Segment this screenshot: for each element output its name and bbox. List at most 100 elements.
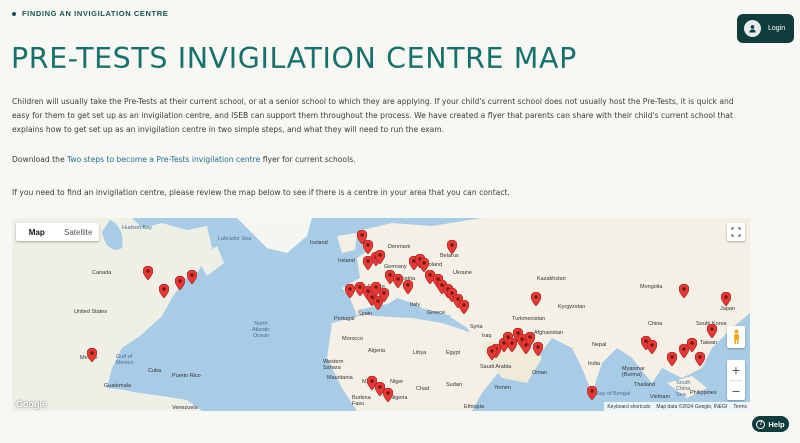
- map-label: Yemen: [494, 385, 511, 391]
- map-label: Italy: [410, 302, 421, 308]
- map-label: Morocco: [342, 336, 364, 342]
- map-label: Syria: [470, 324, 483, 330]
- map-label: Burkina Faso: [352, 395, 371, 407]
- map-label: Kazakhstan: [537, 276, 566, 282]
- map-label: Labrador Sea: [218, 236, 252, 242]
- map-label: Mongolia: [640, 284, 663, 290]
- map-label: Guatemala: [104, 383, 131, 389]
- map-pin-icon[interactable]: [403, 280, 413, 294]
- map-label: Japan: [720, 306, 735, 312]
- map-pin-icon[interactable]: [707, 324, 717, 338]
- map-label: Vietnam: [650, 394, 671, 400]
- map-pin-icon[interactable]: [533, 342, 543, 356]
- map-label: Ireland: [338, 258, 355, 264]
- map-pin-icon[interactable]: [187, 270, 197, 284]
- breadcrumb-label: FINDING AN INVIGILATION CENTRE: [22, 9, 169, 18]
- map-label: Canada: [92, 270, 112, 276]
- google-logo: Google: [16, 399, 47, 409]
- map-label: Puerto Rico: [172, 373, 201, 379]
- map-label: Niger: [390, 379, 404, 385]
- map-pin-icon[interactable]: [587, 386, 597, 400]
- map-pin-icon[interactable]: [393, 274, 403, 288]
- map-label: Ukraine: [453, 270, 472, 276]
- fullscreen-button[interactable]: [727, 223, 745, 241]
- user-icon: [744, 20, 761, 37]
- fullscreen-icon: [731, 227, 741, 237]
- map-pin-icon[interactable]: [721, 292, 731, 306]
- map-label: Libya: [413, 350, 427, 356]
- map-label: Taiwan: [700, 340, 718, 346]
- map-label: Kyrgyzstan: [558, 304, 586, 310]
- map-label: Afghanistan: [534, 330, 564, 336]
- map-pin-icon[interactable]: [159, 284, 169, 298]
- map-pin-icon[interactable]: [345, 284, 355, 298]
- map-label: Spain: [358, 311, 373, 317]
- download-suffix: flyer for current schools.: [260, 155, 356, 164]
- zoom-in-icon: +: [731, 362, 741, 378]
- map-pin-icon[interactable]: [667, 352, 677, 366]
- map-label: Chad: [416, 386, 430, 392]
- map-label: Thailand: [634, 382, 656, 388]
- map-label: United States: [74, 309, 108, 315]
- map-label: Ethiopia: [464, 404, 484, 410]
- map-data-notice: Map data ©2024 Google, INEGI: [656, 403, 728, 410]
- street-view-pegman[interactable]: [727, 326, 745, 348]
- help-button[interactable]: ? Help: [752, 416, 789, 432]
- map-label: China: [648, 321, 663, 327]
- map-pin-icon[interactable]: [487, 346, 497, 360]
- map-label: Gulf of Mexico: [116, 354, 134, 366]
- map-pin-icon[interactable]: [175, 276, 185, 290]
- zoom-in-button[interactable]: +: [727, 360, 745, 380]
- map-pin-icon[interactable]: [679, 284, 689, 298]
- zoom-out-icon: −: [731, 383, 741, 399]
- map-label: Egypt: [446, 350, 461, 356]
- map-pin-icon[interactable]: [531, 292, 541, 306]
- map-pin-icon[interactable]: [371, 282, 381, 296]
- map-pin-icon[interactable]: [375, 250, 385, 264]
- map-pin-icon[interactable]: [695, 352, 705, 366]
- zoom-out-button[interactable]: −: [727, 381, 745, 401]
- map-pin-icon[interactable]: [647, 340, 657, 354]
- map-label: South China Sea: [676, 380, 691, 398]
- login-button[interactable]: Login: [737, 14, 794, 43]
- breadcrumb-dot-icon: [12, 11, 16, 16]
- map-label: Saudi Arabia: [480, 364, 512, 370]
- map-label: Iceland: [310, 240, 328, 246]
- map-label: Portugal: [334, 316, 355, 322]
- map-pin-icon[interactable]: [87, 348, 97, 362]
- map-label: Mauritania: [327, 375, 353, 381]
- help-icon: ?: [756, 419, 766, 429]
- terms-link[interactable]: Terms: [733, 404, 747, 410]
- map-label: Greece: [427, 310, 446, 316]
- keyboard-shortcuts-link[interactable]: Keyboard shortcuts: [607, 404, 650, 410]
- map-type-satellite-button[interactable]: Satellite: [58, 223, 100, 241]
- map-pin-icon[interactable]: [687, 338, 697, 352]
- map-attribution: Keyboard shortcuts Map data ©2024 Google…: [604, 402, 750, 411]
- map-pin-icon[interactable]: [447, 240, 457, 254]
- invigilation-centre-map[interactable]: Hudson Bay Labrador Sea Iceland Denmark …: [12, 218, 750, 411]
- map-label: Hudson Bay: [122, 225, 152, 231]
- map-label: Iraq: [482, 333, 492, 339]
- map-label: Denmark: [388, 244, 411, 250]
- download-prefix: Download the: [12, 155, 68, 164]
- map-label: North Atlantic Ocean: [251, 321, 271, 339]
- page-title: PRE-TESTS INVIGILATION CENTRE MAP: [11, 42, 577, 75]
- map-pin-icon[interactable]: [143, 266, 153, 280]
- map-label: Turkmenistan: [512, 316, 546, 322]
- map-pin-icon[interactable]: [363, 256, 373, 270]
- map-type-map-button[interactable]: Map: [16, 223, 58, 241]
- map-label: Bay of Bengal: [596, 391, 631, 397]
- map-pin-icon[interactable]: [383, 388, 393, 402]
- flyer-link[interactable]: Two steps to become a Pre-Tests invigila…: [67, 155, 260, 164]
- map-label: Venezuela: [172, 405, 198, 411]
- map-label: Sudan: [446, 382, 462, 388]
- zoom-controls: + −: [727, 360, 745, 400]
- map-label: Algeria: [368, 348, 386, 354]
- map-label: Myanmar (Burma): [622, 366, 645, 378]
- map-label: Oman: [532, 370, 547, 376]
- map-pin-icon[interactable]: [459, 300, 469, 314]
- login-label: Login: [768, 25, 786, 32]
- map-label: Cuba: [148, 368, 162, 374]
- map-label: India: [588, 361, 600, 367]
- map-label: Western Sahara: [323, 359, 344, 371]
